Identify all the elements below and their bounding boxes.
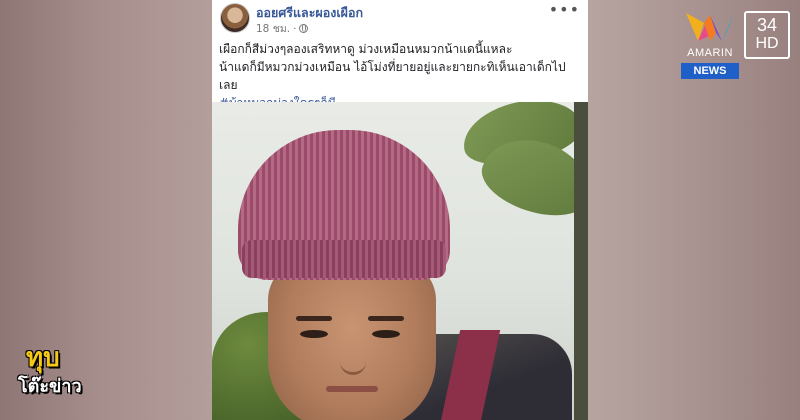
- post-header: ออยศรีและผองเผือก 18 ชม. · •••: [212, 0, 588, 36]
- channel-hd: HD: [755, 35, 779, 52]
- post-photo[interactable]: [212, 102, 588, 420]
- post-text-line: เผือกก็สีม่วงๆลองเสริทหาดู ม่วงเหมือนหมว…: [219, 42, 513, 56]
- more-options-button[interactable]: •••: [549, 0, 580, 19]
- amarin-logo: AMARIN NEWS: [681, 9, 739, 83]
- channel-badge: 34 HD: [744, 11, 790, 59]
- channel-number: 34: [756, 15, 778, 35]
- network-name: AMARIN: [687, 47, 733, 59]
- beanie-band-image: [242, 240, 446, 278]
- post-text-line: น้าแดก็มีหมวกม่วงเหมือน ไอ้โม่งที่ยายอยู…: [219, 60, 566, 92]
- crown-icon: [686, 13, 734, 41]
- face-image: [268, 260, 436, 420]
- post-meta: 18 ชม. ·: [256, 20, 309, 37]
- show-logo-line2: โต๊ะข่าว: [18, 376, 82, 397]
- globe-icon: [299, 24, 309, 33]
- page-avatar[interactable]: [220, 3, 250, 33]
- show-logo-line1: ทุบ: [26, 343, 60, 373]
- facebook-post: ออยศรีและผองเผือก 18 ชม. · ••• เผือกก็สี…: [212, 0, 588, 420]
- news-badge: NEWS: [681, 63, 739, 79]
- photo-edge: [574, 102, 588, 420]
- show-logo: ทุบ โต๊ะข่าว: [18, 344, 92, 408]
- post-timestamp[interactable]: 18 ชม.: [256, 20, 290, 37]
